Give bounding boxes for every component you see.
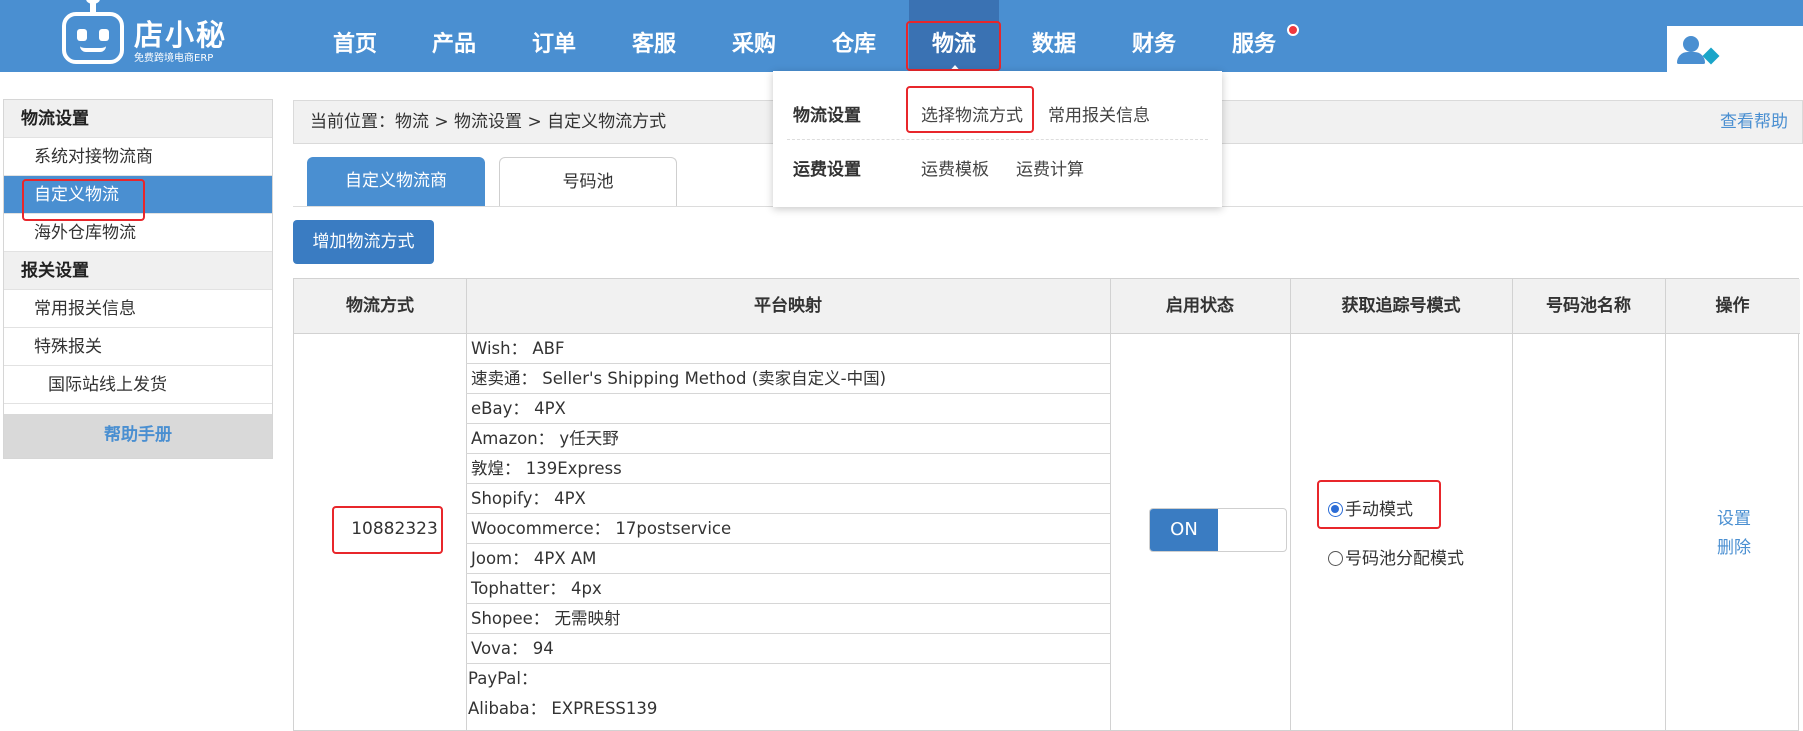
tab-number-pool[interactable]: 号码池 [499, 157, 677, 207]
enable-status-toggle[interactable]: ON [1149, 508, 1287, 552]
mapping-paypal: PayPal： [468, 669, 538, 688]
nav-item-warehouse[interactable]: 仓库 [809, 0, 899, 72]
top-nav-bar: 店小秘 免费跨境电商ERP 首页 产品 订单 客服 采购 仓库 物流 数据 财务… [0, 0, 1803, 74]
column-header-method: 物流方式 [294, 279, 466, 334]
nav-item-finance[interactable]: 财务 [1109, 0, 1199, 72]
dropdown-link-customs-info[interactable]: 常用报关信息 [1048, 101, 1150, 126]
mapping-amazon: Amazon： y任天野 [466, 424, 1110, 454]
mapping-joom: Joom： 4PX AM [466, 544, 1110, 574]
diamond-icon [1702, 47, 1720, 65]
sidebar-item-special-customs[interactable]: 特殊报关 [4, 328, 272, 366]
nav-item-orders[interactable]: 订单 [509, 0, 599, 72]
mapping-shopify: Shopify： 4PX [466, 484, 1110, 514]
logo[interactable]: 店小秘 免费跨境电商ERP [62, 0, 232, 64]
logistics-dropdown-menu: 物流设置 选择物流方式 常用报关信息 运费设置 运费模板 运费计算 [773, 71, 1222, 207]
mapping-dhgate: 敦煌： 139Express [466, 454, 1110, 484]
sidebar-item-custom-logistics[interactable]: 自定义物流 [4, 176, 272, 214]
user-menu[interactable] [1667, 26, 1803, 72]
sidebar-section-logistics: 物流设置 [4, 100, 272, 138]
mapping-aliexpress: 速卖通： Seller's Shipping Method (卖家自定义-中国) [466, 364, 1110, 394]
column-header-tracking-mode: 获取追踪号模式 [1290, 279, 1512, 334]
sidebar-item-common-customs[interactable]: 常用报关信息 [4, 290, 272, 328]
action-settings-link[interactable]: 设置 [1717, 504, 1751, 529]
nav-item-service[interactable]: 客服 [609, 0, 699, 72]
radio-unselected-icon [1328, 551, 1343, 566]
nav-item-home[interactable]: 首页 [310, 0, 400, 72]
logistics-code: 10882323 [351, 519, 438, 539]
nav-item-products[interactable]: 产品 [409, 0, 499, 72]
nav-item-logistics[interactable]: 物流 [909, 0, 999, 74]
mapping-wish: Wish： ABF [466, 334, 1110, 364]
column-header-status: 启用状态 [1110, 279, 1290, 334]
tab-custom-carrier[interactable]: 自定义物流商 [307, 157, 485, 207]
radio-pool-mode[interactable]: 号码池分配模式 [1328, 544, 1464, 569]
sidebar: 物流设置 系统对接物流商 自定义物流 海外仓库物流 报关设置 常用报关信息 特殊… [3, 99, 273, 459]
mapping-alibaba: Alibaba： EXPRESS139 [468, 699, 658, 718]
sidebar-item-intl-online-shipping[interactable]: 国际站线上发货 [4, 366, 272, 404]
view-help-link[interactable]: 查看帮助 [1720, 101, 1788, 143]
dropdown-group-freight-settings: 运费设置 [793, 160, 861, 180]
user-icon [1677, 36, 1705, 64]
logo-name: 店小秘 [134, 18, 228, 52]
logo-slogan: 免费跨境电商ERP [134, 53, 214, 64]
mapping-tophatter: Tophatter： 4px [466, 574, 1110, 604]
nav-item-data[interactable]: 数据 [1009, 0, 1099, 72]
mapping-woocommerce: Woocommerce： 17postservice [466, 514, 1110, 544]
sidebar-help-manual[interactable]: 帮助手册 [4, 414, 272, 458]
breadcrumb-text: 当前位置：物流 > 物流设置 > 自定义物流方式 [310, 112, 667, 132]
dropdown-link-choose-logistics[interactable]: 选择物流方式 [921, 101, 1023, 126]
mapping-shopee: Shopee： 无需映射 [466, 604, 1110, 634]
sidebar-section-customs: 报关设置 [4, 252, 272, 290]
dropdown-group-logistics-settings: 物流设置 [793, 106, 861, 126]
column-header-actions: 操作 [1665, 279, 1800, 334]
mapping-vova: Vova： 94 [466, 634, 1110, 664]
dropdown-divider [787, 139, 1208, 140]
toggle-on-label: ON [1150, 509, 1218, 551]
action-delete-link[interactable]: 删除 [1717, 533, 1751, 558]
dropdown-link-freight-template[interactable]: 运费模板 [921, 155, 989, 180]
radio-selected-icon [1328, 502, 1343, 517]
notification-dot [1287, 24, 1299, 36]
robot-logo-icon [62, 0, 124, 64]
sidebar-item-overseas-warehouse[interactable]: 海外仓库物流 [4, 214, 272, 252]
sidebar-item-system-carriers[interactable]: 系统对接物流商 [4, 138, 272, 176]
mapping-ebay: eBay： 4PX [466, 394, 1110, 424]
column-header-platform-mapping: 平台映射 [466, 279, 1110, 334]
nav-item-purchase[interactable]: 采购 [709, 0, 799, 72]
nav-item-services[interactable]: 服务 [1209, 0, 1299, 72]
radio-manual-mode[interactable]: 手动模式 [1328, 495, 1413, 520]
column-header-pool-name: 号码池名称 [1512, 279, 1665, 334]
add-logistics-button[interactable]: 增加物流方式 [293, 220, 434, 264]
logistics-table: 物流方式 平台映射 启用状态 获取追踪号模式 号码池名称 操作 10882323… [293, 278, 1800, 731]
dropdown-link-freight-calc[interactable]: 运费计算 [1016, 155, 1084, 180]
